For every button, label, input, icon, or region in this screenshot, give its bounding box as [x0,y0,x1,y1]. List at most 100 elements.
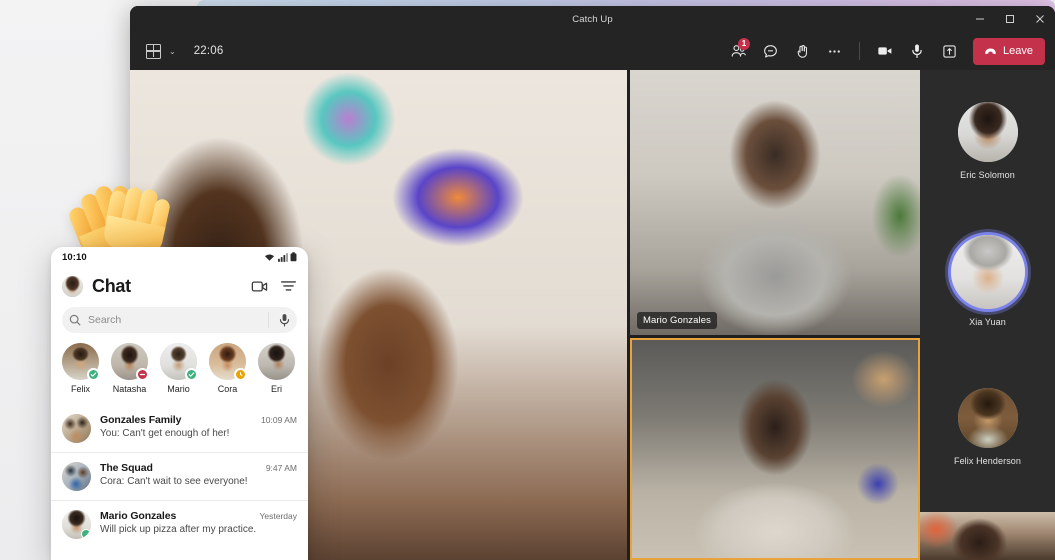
chat-list-item-the-squad[interactable]: The Squad 9:47 AM Cora: Can't wait to se… [51,452,308,500]
filter-icon [280,281,297,291]
chevron-down-icon[interactable]: ⌄ [169,47,176,56]
recent-people-row: Felix Natasha Mario Cora Eri [51,343,308,405]
roster-item-xia-yuan[interactable]: Xia Yuan [920,235,1055,327]
avatar [160,343,198,381]
roster-overflow-tile[interactable] [920,512,1055,560]
avatar-image [62,462,91,491]
page-title: Chat [92,275,131,296]
hang-up-icon [985,48,996,54]
chat-item-preview: Will pick up pizza after my practice. [100,524,257,535]
grid-layout-icon[interactable] [146,43,161,59]
avatar [957,102,1018,162]
avatar [950,235,1025,309]
window-controls [965,6,1055,32]
video-tile-active-speaker[interactable] [630,338,920,560]
chat-button[interactable] [755,36,785,66]
wifi-icon [265,253,274,261]
person-chip-mario[interactable]: Mario [160,343,198,405]
avatar [62,343,100,381]
mobile-chat-overlay: 10:10 Chat Search Felix Natasha Mario Co… [51,247,308,560]
person-chip-felix[interactable]: Felix [62,343,100,405]
cellular-signal-icon [277,252,288,262]
avatar-image [62,275,83,297]
minimize-button[interactable] [965,6,995,32]
chat-header: Chat [51,267,308,305]
chat-item-title: The Squad [100,462,153,474]
person-name: Eri [271,384,282,394]
toolbar-divider [859,42,861,60]
window-title: Catch Up [572,13,613,25]
meeting-clock: 22:06 [193,45,224,57]
avatar-image [957,388,1018,448]
chat-item-time: 9:47 AM [265,463,297,473]
chat-item-title: Mario Gonzales [100,510,177,522]
search-input[interactable]: Search [62,307,297,333]
chat-item-header: Gonzales Family 10:09 AM [100,414,297,426]
person-name: Cora [217,384,238,394]
leave-button-label: Leave [1003,45,1033,57]
screen: Catch Up ⌄ 22:06 1 Leave Mario Gonzales … [0,0,1055,560]
chat-list-item-gonzales-family[interactable]: Gonzales Family 10:09 AM You: Can't get … [51,405,308,452]
chat-item-body: Gonzales Family 10:09 AM You: Can't get … [100,414,297,439]
chat-item-header: The Squad 9:47 AM [100,462,297,474]
video-feed-active-speaker [632,340,918,558]
avatar [62,462,91,491]
chat-item-header: Mario Gonzales Yesterday [100,510,297,522]
roster-name-label: Xia Yuan [969,317,1006,327]
window-title-bar: Catch Up [130,6,1055,32]
toolbar-left-group: ⌄ 22:06 [146,43,224,59]
chat-list-item-mario-gonzales[interactable]: Mario Gonzales Yesterday Will pick up pi… [51,500,308,548]
avatar [957,388,1018,448]
toolbar-action-group: 1 Leave [723,36,1045,66]
avatar [62,510,91,539]
person-name: Felix [70,384,90,394]
battery-icon [290,252,297,262]
avatar [111,343,149,381]
roster-item-eric-solomon[interactable]: Eric Solomon [920,102,1055,180]
participant-rail: Eric Solomon Xia Yuan Felix Henderson [920,70,1055,560]
video-feed-overflow [920,512,1055,560]
maximize-button[interactable] [995,6,1025,32]
camera-button[interactable] [870,36,900,66]
avatar-image [957,102,1018,162]
leave-button[interactable]: Leave [973,37,1045,65]
chat-header-actions [251,279,297,294]
raise-hand-button[interactable] [787,36,817,66]
avatar [258,343,295,380]
chat-item-time: 10:09 AM [261,415,297,425]
chat-item-body: Mario Gonzales Yesterday Will pick up pi… [100,510,297,535]
search-placeholder: Search [88,314,122,326]
microphone-button[interactable] [902,36,932,66]
search-icon [69,314,81,326]
presence-badge [81,529,91,539]
presence-badge [234,368,247,381]
avatar-image [950,235,1025,309]
video-feed-mario [630,70,920,335]
presence-badge [87,368,100,381]
person-name: Natasha [112,384,147,394]
roster-name-label: Felix Henderson [953,456,1022,466]
more-options-button[interactable] [819,36,849,66]
close-button[interactable] [1025,6,1055,32]
video-tile-column: Mario Gonzales [630,70,920,560]
chat-item-title: Gonzales Family [100,414,182,426]
status-bar-indicators [264,252,297,262]
video-tile-mario-gonzales[interactable]: Mario Gonzales [630,70,920,335]
person-name: Mario [167,384,190,394]
person-chip-natasha[interactable]: Natasha [111,343,149,405]
person-chip-eri[interactable]: Eri [258,343,295,405]
person-chip-cora[interactable]: Cora [209,343,247,405]
share-screen-button[interactable] [934,36,964,66]
roster-item-felix-henderson[interactable]: Felix Henderson [920,388,1055,466]
avatar[interactable] [62,275,83,297]
roster-name-label: Eric Solomon [960,170,1015,180]
chat-list: Gonzales Family 10:09 AM You: Can't get … [51,405,308,548]
video-camera-icon [251,280,268,292]
avatar [62,414,91,443]
presence-badge [136,368,149,381]
people-button[interactable]: 1 [723,36,753,66]
meeting-toolbar: ⌄ 22:06 1 Leave [130,32,1055,70]
status-bar-time: 10:10 [62,251,87,263]
chat-item-body: The Squad 9:47 AM Cora: Can't wait to se… [100,462,297,487]
participant-name-tag: Mario Gonzales [637,312,717,329]
